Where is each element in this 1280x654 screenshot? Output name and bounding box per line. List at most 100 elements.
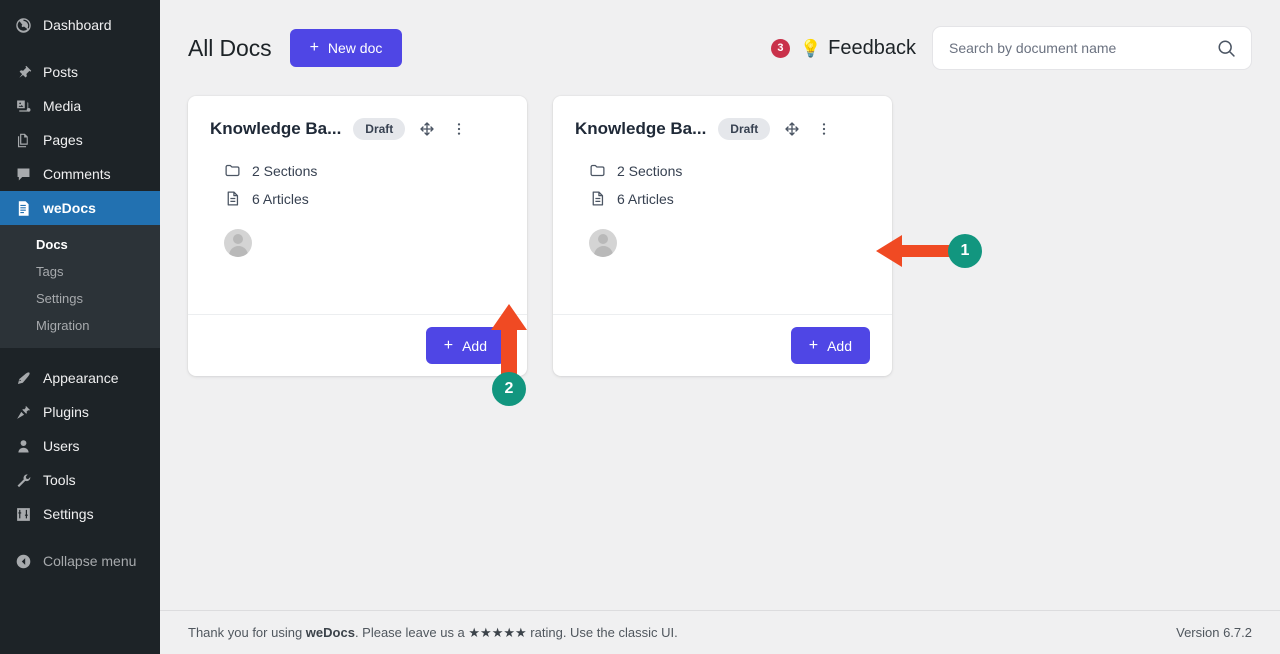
- sidebar-item-appearance[interactable]: Appearance: [0, 361, 160, 395]
- admin-footer: Thank you for using weDocs. Please leave…: [160, 610, 1280, 654]
- avatar-body: [228, 246, 248, 257]
- sidebar-item-label: Settings: [43, 506, 94, 523]
- doc-card[interactable]: Knowledge Ba... Draft 2 Sections 6 Artic…: [553, 96, 892, 376]
- content-wrapper: All Docs + New doc 3 💡 Feedback Search b…: [160, 0, 1280, 610]
- sidebar-item-label: Pages: [43, 132, 83, 148]
- sidebar-item-label: Collapse menu: [43, 553, 137, 570]
- admin-page: Dashboard Posts Media Pages Comments weD…: [0, 0, 1280, 654]
- status-badge: Draft: [353, 118, 406, 140]
- articles-count-row: 6 Articles: [589, 190, 870, 207]
- avatar-body: [593, 246, 613, 257]
- media-icon: [12, 96, 34, 116]
- articles-count-label: 6 Articles: [617, 190, 674, 207]
- sidebar-item-wedocs[interactable]: weDocs: [0, 191, 160, 225]
- add-button[interactable]: + Add: [425, 327, 505, 364]
- sidebar-item-posts[interactable]: Posts: [0, 55, 160, 89]
- plus-icon: +: [309, 39, 319, 56]
- sidebar-item-tools[interactable]: Tools: [0, 463, 160, 497]
- tools-icon: [12, 470, 34, 490]
- sidebar-item-label: Appearance: [43, 370, 119, 387]
- doc-card-header: Knowledge Ba... Draft: [575, 118, 870, 140]
- doc-card-footer: + Add: [188, 314, 527, 376]
- doc-card-title[interactable]: Knowledge Ba...: [575, 119, 706, 139]
- add-label: Add: [462, 337, 487, 354]
- sections-count-label: 2 Sections: [617, 162, 683, 179]
- new-doc-button[interactable]: + New doc: [289, 29, 403, 67]
- doc-card-body: Knowledge Ba... Draft 2 Sections 6 Artic…: [188, 96, 527, 314]
- feedback-label: Feedback: [828, 36, 916, 59]
- sidebar-divider: [0, 531, 160, 544]
- doc-card[interactable]: Knowledge Ba... Draft 2 Sections 6 Artic…: [188, 96, 527, 376]
- move-icon[interactable]: [419, 121, 435, 137]
- sidebar-item-label: Comments: [43, 166, 111, 182]
- doc-card-body: Knowledge Ba... Draft 2 Sections 6 Artic…: [553, 96, 892, 314]
- more-options-icon[interactable]: [816, 121, 832, 137]
- sidebar-item-label: Dashboard: [43, 17, 112, 33]
- sidebar-item-collapse-menu[interactable]: Collapse menu: [0, 544, 160, 578]
- dashboard-icon: [12, 15, 34, 35]
- footer-thanks: Thank you for using weDocs. Please leave…: [188, 625, 678, 641]
- wedocs-submenu: Docs Tags Settings Migration: [0, 225, 160, 349]
- sidebar-divider: [0, 348, 160, 361]
- new-doc-label: New doc: [327, 40, 383, 56]
- collapse-arrow-icon: [12, 551, 34, 571]
- footer-thanks-mid: . Please leave us a: [354, 624, 469, 640]
- annotation-number: 2: [492, 372, 526, 406]
- settings-icon: [12, 504, 34, 524]
- articles-count-row: 6 Articles: [224, 190, 505, 207]
- submenu-item-settings[interactable]: Settings: [0, 286, 160, 313]
- sidebar-item-comments[interactable]: Comments: [0, 157, 160, 191]
- avatar: [224, 229, 252, 257]
- sidebar-item-pages[interactable]: Pages: [0, 123, 160, 157]
- articles-count-label: 6 Articles: [252, 190, 309, 207]
- sidebar-item-media[interactable]: Media: [0, 89, 160, 123]
- feedback-button[interactable]: 3 💡 Feedback: [770, 36, 916, 60]
- sidebar-item-label: Tools: [43, 472, 76, 489]
- sidebar-divider: [0, 42, 160, 55]
- appearance-icon: [12, 368, 34, 388]
- admin-sidebar: Dashboard Posts Media Pages Comments weD…: [0, 0, 160, 654]
- plus-icon: +: [443, 336, 454, 354]
- sidebar-item-dashboard[interactable]: Dashboard: [0, 8, 160, 42]
- search-box[interactable]: [932, 26, 1252, 70]
- wedocs-icon: [12, 198, 34, 218]
- plus-icon: +: [808, 336, 819, 354]
- main-content: All Docs + New doc 3 💡 Feedback Search b…: [160, 0, 1280, 654]
- sidebar-item-settings[interactable]: Settings: [0, 497, 160, 531]
- sidebar-item-users[interactable]: Users: [0, 429, 160, 463]
- lightbulb-icon: 💡: [799, 38, 822, 58]
- search-input[interactable]: [949, 40, 1216, 56]
- sections-count-row: 2 Sections: [589, 162, 870, 179]
- pin-icon: [12, 62, 34, 82]
- footer-thanks-suffix: rating. Use the classic UI.: [526, 624, 678, 640]
- sidebar-item-label: Users: [43, 438, 80, 455]
- feedback-badge: 3: [770, 38, 790, 58]
- comments-icon: [12, 164, 34, 184]
- more-options-icon[interactable]: [451, 121, 467, 137]
- submenu-item-tags[interactable]: Tags: [0, 259, 160, 286]
- doc-card-title[interactable]: Knowledge Ba...: [210, 119, 341, 139]
- toolbar-right: 3 💡 Feedback: [770, 26, 1252, 70]
- sidebar-item-plugins[interactable]: Plugins: [0, 395, 160, 429]
- sidebar-item-label: Posts: [43, 64, 79, 80]
- sections-count-row: 2 Sections: [224, 162, 505, 179]
- document-icon: [589, 190, 606, 207]
- version-label: Version 6.7.2: [1176, 625, 1252, 640]
- document-icon: [224, 190, 241, 207]
- page-title: All Docs: [188, 34, 272, 61]
- folder-icon: [224, 162, 241, 179]
- plugins-icon: [12, 402, 34, 422]
- submenu-item-docs[interactable]: Docs: [0, 232, 160, 259]
- add-button[interactable]: + Add: [790, 327, 870, 364]
- add-label: Add: [827, 337, 852, 354]
- footer-brand: weDocs: [305, 624, 355, 640]
- submenu-item-migration[interactable]: Migration: [0, 313, 160, 340]
- avatar-head: [233, 234, 243, 244]
- move-icon[interactable]: [784, 121, 800, 137]
- users-icon: [12, 436, 34, 456]
- search-icon[interactable]: [1216, 38, 1237, 59]
- avatar-head: [598, 234, 608, 244]
- status-badge: Draft: [718, 118, 771, 140]
- rating-stars-icon[interactable]: ★★★★★: [468, 625, 526, 640]
- doc-card-header: Knowledge Ba... Draft: [210, 118, 505, 140]
